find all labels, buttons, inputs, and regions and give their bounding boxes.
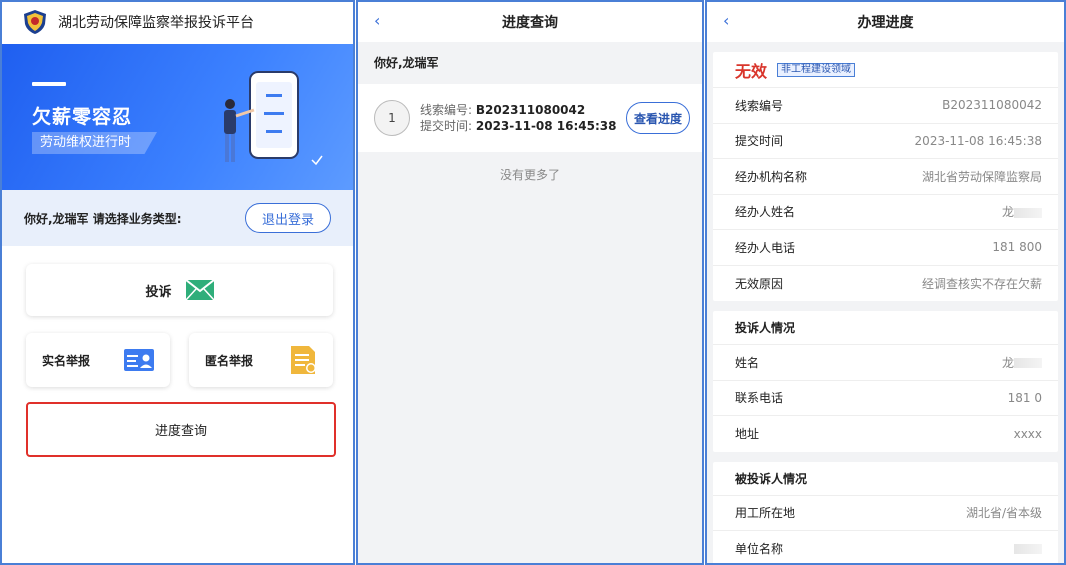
nav-bar: ‹ 进度查询 bbox=[358, 2, 702, 42]
section-title: 被投诉人情况 bbox=[713, 462, 1058, 496]
back-chevron-icon[interactable]: ‹ bbox=[723, 12, 739, 30]
clue-number-key: 线索编号: bbox=[420, 103, 473, 117]
detail-row: 经办人姓名 龙 bbox=[713, 195, 1058, 230]
masked-text bbox=[1014, 358, 1042, 369]
logout-button[interactable]: 退出登录 bbox=[245, 203, 331, 233]
status-badge: 无效 bbox=[735, 61, 768, 81]
submit-time-key: 提交时间: bbox=[420, 119, 473, 133]
row-key: 单位名称 bbox=[735, 542, 784, 557]
list-item[interactable]: 1 线索编号: B202311080042 提交时间: 2023-11-08 1… bbox=[358, 84, 702, 152]
detail-row: 联系电话 181 0 bbox=[713, 381, 1058, 416]
anon-label: 匿名举报 bbox=[205, 353, 254, 368]
detail-row: 姓名 龙 bbox=[713, 345, 1058, 381]
row-key: 经办人电话 bbox=[735, 240, 796, 255]
view-progress-button[interactable]: 查看进度 bbox=[626, 102, 690, 134]
complainant-section: 投诉人情况 姓名 龙 联系电话 181 0 地址 xxxx bbox=[713, 311, 1058, 452]
app-header: 湖北劳动保障监察举报投诉平台 bbox=[2, 2, 353, 42]
submit-time-value: 2023-11-08 16:45:38 bbox=[475, 119, 617, 133]
app-title: 湖北劳动保障监察举报投诉平台 bbox=[58, 15, 254, 31]
masked-text bbox=[1014, 544, 1042, 555]
row-value-text: 龙 bbox=[1001, 205, 1014, 220]
progress-query-card[interactable]: 进度查询 bbox=[26, 402, 336, 457]
status-row: 无效 非工程建设领域 bbox=[713, 52, 1058, 88]
real-name-label: 实名举报 bbox=[42, 353, 91, 368]
record-index: 1 bbox=[374, 100, 410, 136]
record-info: 线索编号: B202311080042 提交时间: 2023-11-08 16:… bbox=[420, 102, 617, 134]
detail-row: 地址 xxxx bbox=[713, 416, 1058, 452]
progress-detail-panel: ‹ 办理进度 无效 非工程建设领域 线索编号 B202311080042 提交时间… bbox=[705, 0, 1066, 565]
greeting-text: 你好,龙瑞军 bbox=[358, 42, 702, 84]
detail-row: 经办人电话 181 800 bbox=[713, 230, 1058, 266]
document-icon bbox=[291, 346, 316, 374]
complaint-card[interactable]: 投诉 bbox=[26, 264, 333, 316]
row-key: 经办人姓名 bbox=[735, 205, 796, 220]
masked-text bbox=[1014, 207, 1042, 218]
greeting-text: 你好,龙瑞军 请选择业务类型: bbox=[24, 211, 182, 226]
row-value: 龙 bbox=[1002, 203, 1042, 220]
greeting-bar: 你好,龙瑞军 请选择业务类型: 退出登录 bbox=[2, 190, 353, 246]
row-value: 181 0 bbox=[1007, 390, 1042, 405]
row-value: B202311080042 bbox=[942, 98, 1042, 113]
row-value bbox=[1014, 542, 1042, 556]
section-title: 投诉人情况 bbox=[713, 311, 1058, 345]
row-value: 湖北省/省本级 bbox=[965, 506, 1042, 521]
row-value: 181 800 bbox=[992, 240, 1042, 255]
row-key: 提交时间 bbox=[735, 134, 784, 149]
phone-illustration-icon bbox=[224, 71, 323, 166]
row-value: 2023-11-08 16:45:38 bbox=[914, 133, 1042, 148]
clue-number-value: B202311080042 bbox=[475, 103, 586, 117]
detail-section: 无效 非工程建设领域 线索编号 B202311080042 提交时间 2023-11… bbox=[713, 52, 1058, 301]
anonymous-report-card[interactable]: 匿名举报 bbox=[189, 333, 333, 387]
banner: 欠薪零容忍 劳动维权进行时 bbox=[2, 44, 353, 190]
detail-row: 提交时间 2023-11-08 16:45:38 bbox=[713, 124, 1058, 159]
row-value-text: 龙 bbox=[1001, 355, 1014, 370]
row-key: 姓名 bbox=[735, 355, 760, 370]
no-more-text: 没有更多了 bbox=[499, 168, 560, 182]
row-value: xxxx bbox=[1013, 426, 1042, 441]
progress-query-label: 进度查询 bbox=[154, 424, 207, 439]
row-key: 地址 bbox=[735, 427, 760, 442]
row-value: 湖北省劳动保障监察局 bbox=[921, 169, 1042, 184]
row-key: 用工所在地 bbox=[735, 506, 796, 521]
detail-row: 经办机构名称 湖北省劳动保障监察局 bbox=[713, 159, 1058, 195]
detail-row: 线索编号 B202311080042 bbox=[713, 88, 1058, 124]
row-value: 经调查核实不存在欠薪 bbox=[921, 276, 1042, 291]
banner-tag: 劳动维权进行时 bbox=[32, 132, 158, 154]
status-tag: 非工程建设领域 bbox=[777, 62, 856, 77]
complaint-label: 投诉 bbox=[145, 284, 172, 300]
nav-bar: ‹ 办理进度 bbox=[707, 2, 1064, 42]
row-key: 联系电话 bbox=[735, 391, 784, 406]
real-name-report-card[interactable]: 实名举报 bbox=[26, 333, 170, 387]
nav-title: 进度查询 bbox=[502, 15, 558, 31]
envelope-icon bbox=[185, 280, 214, 300]
row-key: 无效原因 bbox=[735, 276, 784, 291]
banner-title: 欠薪零容忍 bbox=[32, 106, 133, 128]
banner-dash bbox=[32, 82, 66, 86]
nav-title: 办理进度 bbox=[857, 15, 914, 31]
detail-row: 无效原因 经调查核实不存在欠薪 bbox=[713, 266, 1058, 302]
row-key: 线索编号 bbox=[735, 98, 784, 113]
detail-row: 单位名称 bbox=[713, 531, 1058, 563]
police-badge-icon bbox=[24, 10, 46, 34]
progress-list-panel: ‹ 进度查询 你好,龙瑞军 1 线索编号: B202311080042 提交时间… bbox=[356, 0, 704, 565]
back-chevron-icon[interactable]: ‹ bbox=[374, 12, 390, 30]
row-key: 经办机构名称 bbox=[735, 169, 808, 184]
respondent-section: 被投诉人情况 用工所在地 湖北省/省本级 单位名称 bbox=[713, 461, 1058, 563]
id-card-icon bbox=[124, 349, 154, 371]
row-value: 龙 bbox=[1002, 354, 1042, 371]
detail-row: 用工所在地 湖北省/省本级 bbox=[713, 496, 1058, 531]
home-panel: 湖北劳动保障监察举报投诉平台 欠薪零容忍 劳动维权进行时 你好,龙瑞军 请选择业… bbox=[0, 0, 355, 565]
